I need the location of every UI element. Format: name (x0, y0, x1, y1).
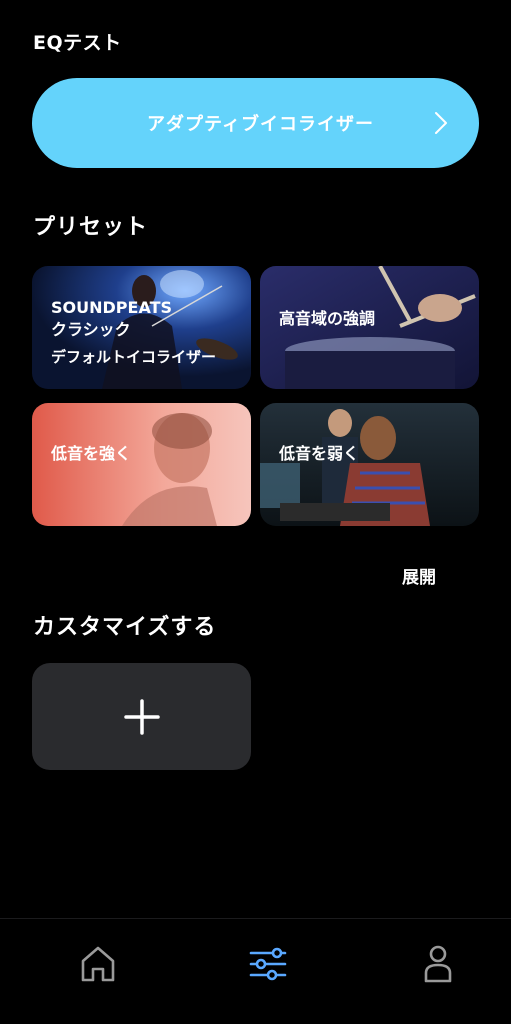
tab-home[interactable] (78, 943, 118, 983)
plus-icon (123, 698, 160, 735)
bottom-tab-bar (0, 918, 511, 1024)
chevron-right-icon (435, 112, 447, 134)
customize-title: カスタマイズする (33, 615, 217, 640)
preset-card-bass-boost[interactable]: 低音を強く (32, 403, 251, 526)
profile-icon (424, 945, 452, 983)
adaptive-equalizer-label: アダプティブイコライザー (147, 114, 374, 135)
presets-title: プリセット (33, 215, 149, 240)
adaptive-equalizer-button[interactable]: アダプティブイコライザー (32, 78, 479, 168)
preset-card-treble-boost[interactable]: 高音域の強調 (260, 266, 479, 389)
home-icon (81, 946, 115, 982)
eq-test-title: EQテスト (33, 32, 122, 54)
preset-card-treble-boost-name: 高音域の強調 (279, 309, 376, 328)
preset-card-classic-brand: SOUNDPEATS (51, 298, 173, 317)
preset-card-bass-reduce-name: 低音を弱く (279, 444, 360, 463)
tab-equalizer[interactable] (248, 943, 288, 983)
preset-card-classic[interactable]: SOUNDPEATS クラシック デフォルトイコライザー (32, 266, 251, 389)
preset-card-bass-boost-name: 低音を強く (51, 444, 132, 463)
tab-profile[interactable] (418, 943, 458, 983)
equalizer-icon (249, 947, 287, 981)
preset-card-classic-name: クラシック (51, 320, 131, 339)
preset-card-classic-subtitle: デフォルトイコライザー (51, 348, 217, 366)
add-custom-eq-button[interactable] (32, 663, 251, 770)
eq-screen: EQテスト アダプティブイコライザー プリセット SOUNDPEATS クラシッ… (0, 0, 511, 1024)
expand-presets-link[interactable]: 展開 (402, 563, 436, 588)
preset-card-bass-reduce[interactable]: 低音を弱く (260, 403, 479, 526)
